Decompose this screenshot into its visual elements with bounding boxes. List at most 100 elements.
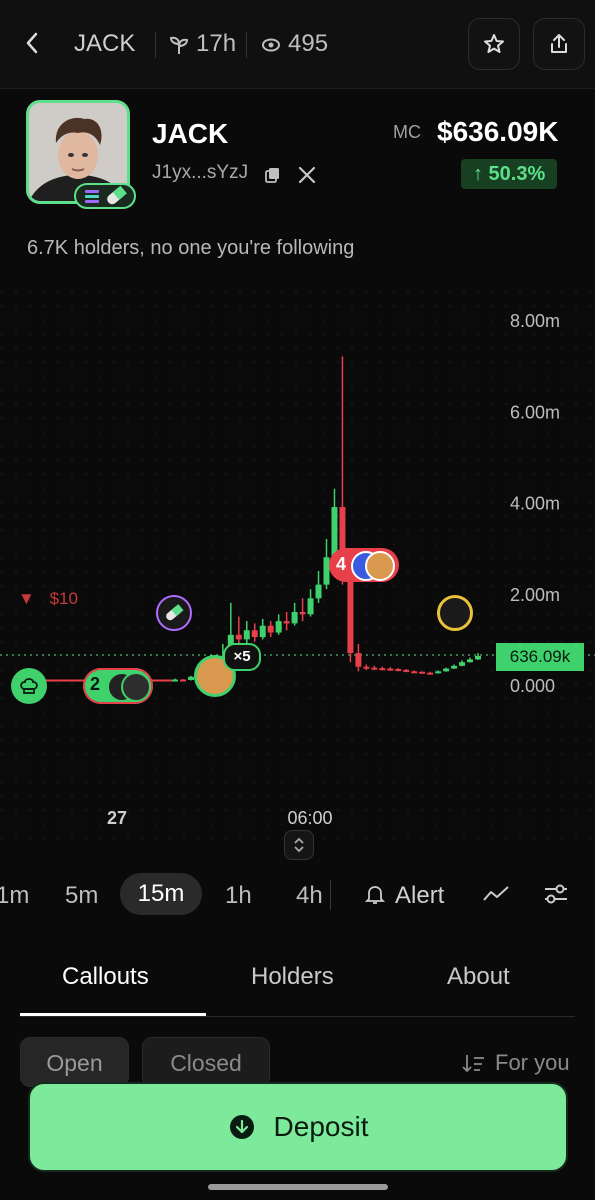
- candle-body: [387, 668, 394, 671]
- divider: [330, 880, 331, 910]
- candle-body: [459, 662, 466, 666]
- y-tick-label: 0.000: [510, 676, 555, 696]
- sprout-icon: [168, 34, 190, 61]
- filter-open[interactable]: Open: [20, 1037, 129, 1087]
- alert-price: $10: [49, 589, 78, 608]
- creator-marker[interactable]: [11, 668, 47, 704]
- sort-icon: [462, 1053, 486, 1080]
- candle-body: [475, 655, 481, 660]
- bell-icon: [364, 884, 386, 911]
- alert-line-label[interactable]: ▼ $10: [18, 589, 78, 609]
- eye-icon: [261, 37, 281, 58]
- copy-icon[interactable]: [264, 166, 282, 189]
- y-tick-label: 8.00m: [510, 311, 560, 331]
- alert-button[interactable]: Alert: [395, 877, 444, 915]
- chef-hat-icon: [20, 678, 38, 694]
- alert-triangle-icon: ▼: [18, 589, 35, 608]
- home-indicator: [208, 1184, 388, 1190]
- deposit-label: Deposit: [273, 1111, 369, 1142]
- divider: [155, 32, 156, 58]
- timeframe-5m[interactable]: 5m: [65, 877, 98, 915]
- settings-sliders-icon[interactable]: [543, 882, 569, 911]
- candle-body: [435, 671, 442, 674]
- trade-marker-2[interactable]: 2: [83, 668, 153, 704]
- token-age: 17h: [196, 30, 237, 57]
- token-address: J1yx...sYzJ: [152, 162, 249, 183]
- candle-body: [283, 621, 290, 624]
- timeframe-4h[interactable]: 4h: [296, 877, 323, 915]
- sort-dropdown[interactable]: For you: [495, 1050, 570, 1076]
- price-chart[interactable]: 8.00m 6.00m 4.00m 2.00m 0.000 27 06:00: [0, 290, 595, 840]
- timeframe-15m[interactable]: 15m: [120, 873, 202, 915]
- tab-about[interactable]: About: [447, 963, 510, 991]
- pill-icon: [166, 604, 184, 621]
- y-tick-label: 4.00m: [510, 494, 560, 514]
- candle-body: [363, 666, 370, 669]
- candle-body: [251, 630, 258, 638]
- candle-body: [403, 669, 410, 672]
- star-icon: [484, 34, 504, 53]
- y-tick-label: 2.00m: [510, 585, 560, 605]
- trade-count-badge: ×5: [223, 643, 261, 671]
- pill-marker[interactable]: [156, 595, 192, 631]
- holders-summary: 6.7K holders, no one you're following: [27, 237, 355, 259]
- x-tick-label: 06:00: [287, 808, 332, 828]
- candle-body: [427, 672, 434, 675]
- download-circle-icon: [229, 1115, 254, 1139]
- deposit-button[interactable]: Deposit: [28, 1082, 568, 1172]
- tab-divider: [20, 1016, 575, 1017]
- trade-marker-4[interactable]: 4: [329, 548, 399, 582]
- view-count: 495: [288, 30, 329, 57]
- line-chart-icon[interactable]: [482, 884, 510, 909]
- candle-body: [275, 621, 282, 633]
- current-price-label: 636.09k: [496, 643, 584, 671]
- share-button[interactable]: [533, 18, 585, 70]
- candle-body: [243, 630, 250, 640]
- trader-avatar: [365, 551, 395, 581]
- y-tick-label: 6.00m: [510, 402, 560, 422]
- filter-closed[interactable]: Closed: [142, 1037, 270, 1087]
- candle-body: [355, 653, 362, 667]
- candle-body: [379, 668, 386, 671]
- trader-avatar: [121, 672, 151, 702]
- candle-body: [451, 665, 458, 669]
- candle-body: [172, 679, 178, 682]
- expand-chart-button[interactable]: [284, 830, 314, 860]
- candle-body: [395, 669, 402, 672]
- timeframe-1m[interactable]: 1m: [0, 877, 29, 915]
- header-title: JACK: [74, 30, 136, 57]
- x-twitter-icon[interactable]: [297, 165, 317, 190]
- candle-body: [315, 584, 322, 599]
- share-icon: [551, 34, 567, 53]
- candle-body: [267, 625, 274, 633]
- candle-body: [299, 612, 306, 615]
- candle-body: [443, 668, 450, 672]
- chevron-updown-icon: [294, 837, 304, 853]
- candle-body: [467, 659, 474, 663]
- pill-icon: [107, 185, 127, 205]
- candle-body: [307, 598, 314, 615]
- market-cap-value: $636.09K: [437, 116, 559, 147]
- back-icon[interactable]: [20, 28, 48, 62]
- active-tab-indicator: [20, 1013, 206, 1016]
- market-cap-label: MC: [393, 122, 421, 142]
- timeframe-1h[interactable]: 1h: [225, 877, 252, 915]
- solana-icon: [85, 190, 99, 203]
- tab-holders[interactable]: Holders: [251, 963, 334, 991]
- candle-body: [291, 612, 298, 624]
- price-change-badge: ↑ 50.3%: [461, 159, 558, 189]
- candle-body: [259, 625, 266, 638]
- candle-body: [235, 634, 242, 640]
- candle-body: [419, 671, 426, 674]
- trade-marker-count: 2: [90, 674, 101, 694]
- candle-body: [371, 667, 378, 670]
- candle-body: [411, 671, 418, 674]
- tab-callouts[interactable]: Callouts: [62, 963, 149, 991]
- x-tick-label: 27: [107, 808, 127, 828]
- trade-marker-count: 4: [336, 554, 347, 574]
- token-name: JACK: [152, 118, 229, 149]
- candle-body: [179, 679, 186, 682]
- star-button[interactable]: [468, 18, 520, 70]
- event-marker[interactable]: [437, 595, 473, 631]
- chain-badge: [74, 183, 136, 209]
